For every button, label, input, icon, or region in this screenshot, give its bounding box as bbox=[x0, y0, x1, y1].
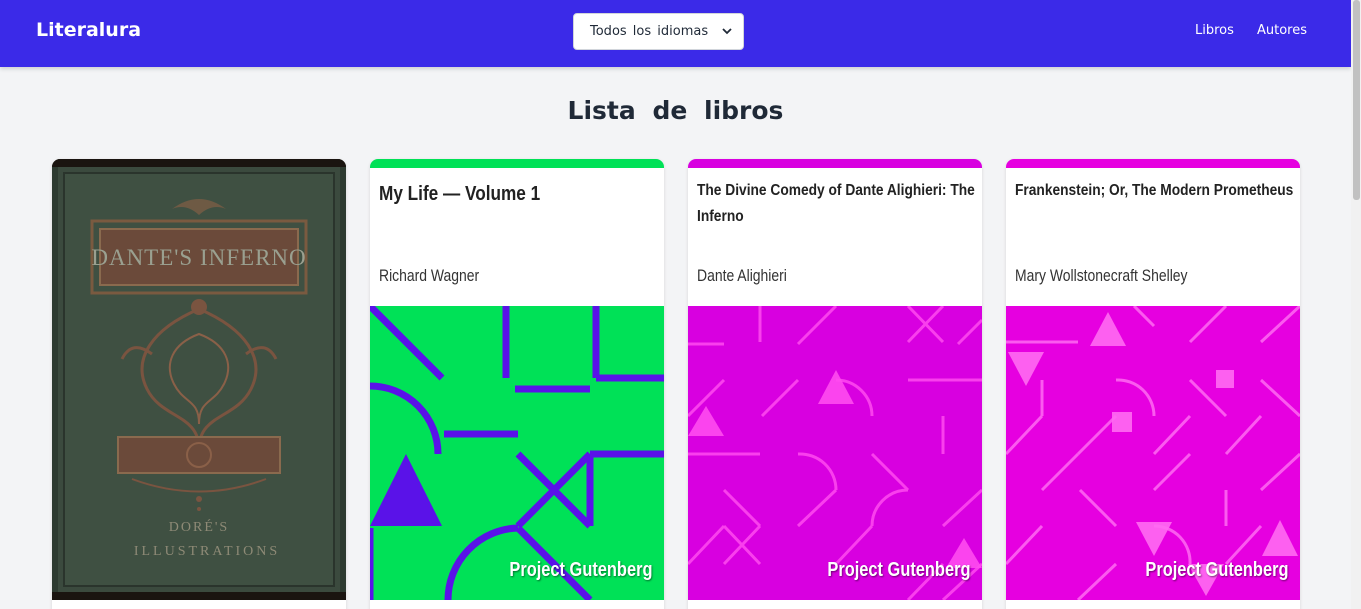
language-select-value: Todos los idiomas bbox=[590, 24, 709, 39]
book-card[interactable]: Frankenstein; Or, The Modern Prometheus … bbox=[1006, 159, 1300, 609]
cover-subtitle-text: DORÉ'S bbox=[169, 518, 229, 535]
card-color-bar bbox=[370, 159, 664, 168]
nav-link-autores[interactable]: Autores bbox=[1257, 23, 1307, 38]
card-color-bar bbox=[1006, 159, 1300, 168]
card-color-bar bbox=[688, 159, 982, 168]
book-cover-image bbox=[688, 306, 982, 600]
book-card[interactable]: My Life — Volume 1 Richard Wagner Projec… bbox=[370, 159, 664, 609]
page-scrollbar-thumb[interactable] bbox=[1353, 0, 1360, 200]
book-cover-image bbox=[1006, 306, 1300, 600]
cover-publisher-label: Project Gutenberg bbox=[1144, 559, 1288, 581]
book-cover-image bbox=[370, 306, 664, 600]
page-title: Lista de libros bbox=[567, 96, 784, 125]
chevron-down-icon bbox=[722, 28, 732, 35]
book-title[interactable]: The Divine Comedy of Dante Alighieri: Th… bbox=[697, 178, 981, 230]
book-cover-image: DANTE'S INFERNO DORÉ'S ILLUSTRATIONS bbox=[52, 159, 346, 600]
book-author: Mary Wollstonecraft Shelley bbox=[1015, 266, 1188, 285]
top-navbar: Literalura Todos los idiomas Libros Auto… bbox=[0, 0, 1351, 67]
cover-publisher-label: Project Gutenberg bbox=[508, 559, 652, 581]
cover-title-text: DANTE'S INFERNO bbox=[91, 245, 306, 270]
cover-publisher-label: Project Gutenberg bbox=[826, 559, 970, 581]
language-select[interactable]: Todos los idiomas bbox=[573, 13, 744, 50]
cover-subtitle-text-2: ILLUSTRATIONS bbox=[134, 544, 280, 559]
book-author: Dante Alighieri bbox=[697, 266, 787, 285]
book-card[interactable]: DANTE'S INFERNO DORÉ'S ILLUSTRATIONS bbox=[52, 159, 346, 609]
book-author: Richard Wagner bbox=[379, 266, 480, 285]
book-title[interactable]: My Life — Volume 1 bbox=[379, 181, 616, 207]
book-title[interactable]: Frankenstein; Or, The Modern Prometheus bbox=[1015, 178, 1299, 204]
nav-link-libros[interactable]: Libros bbox=[1195, 23, 1234, 38]
brand-logo[interactable]: Literalura bbox=[36, 19, 141, 41]
book-card[interactable]: The Divine Comedy of Dante Alighieri: Th… bbox=[688, 159, 982, 609]
